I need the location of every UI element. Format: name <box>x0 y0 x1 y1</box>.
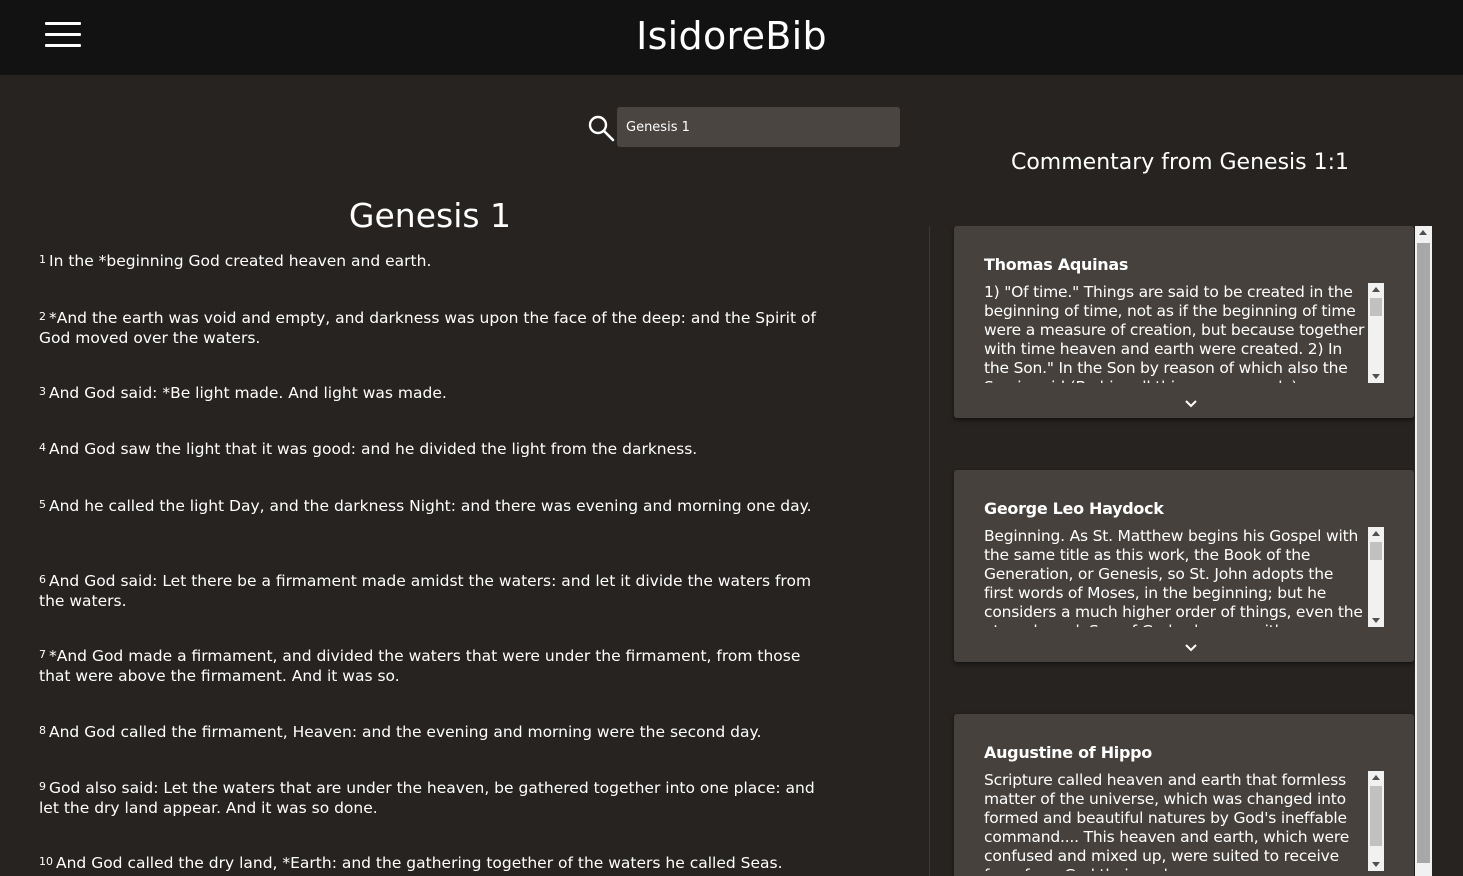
verse: 8 And God called the firmament, Heaven: a… <box>39 723 819 743</box>
chapter-title: Genesis 1 <box>348 196 512 235</box>
scroll-up-arrow-icon[interactable] <box>1419 230 1427 235</box>
commentary-heading: Commentary from Genesis 1:1 <box>1010 150 1349 175</box>
commentary-panel[interactable]: Thomas Aquinas 1) "Of time." Things are … <box>940 226 1432 876</box>
verse: 9 God also said: Let the waters that are … <box>39 779 819 818</box>
verse: 1 In the *beginning God created heaven an… <box>39 252 819 272</box>
commentary-scrollbar[interactable] <box>1368 527 1384 627</box>
verse-text: And God said: *Be light made. And light … <box>49 384 447 402</box>
commentary-text-box[interactable]: Beginning. As St. Matthew begins his Gos… <box>984 527 1384 627</box>
verse: 5 And he called the light Day, and the da… <box>39 497 819 517</box>
verse-number: 3 <box>39 385 46 398</box>
verse-text: God also said: Let the waters that are u… <box>39 779 815 817</box>
commentary-text: Beginning. As St. Matthew begins his Gos… <box>984 527 1363 627</box>
verse-text: *And the earth was void and empty, and d… <box>39 309 816 347</box>
verse: 7 *And God made a firmament, and divided … <box>39 647 819 686</box>
verse-number: 1 <box>39 253 46 266</box>
verse-number: 6 <box>39 573 46 586</box>
commentary-author: George Leo Haydock <box>984 499 1164 518</box>
verse-text: And he called the light Day, and the dar… <box>49 497 812 515</box>
commentary-card: George Leo Haydock Beginning. As St. Mat… <box>954 470 1414 662</box>
verse-text: And God said: Let there be a firmament m… <box>39 572 812 610</box>
verse: 4 And God saw the light that it was good:… <box>39 440 819 460</box>
search-icon[interactable] <box>587 114 615 142</box>
app-title: IsidoreBib <box>636 14 827 58</box>
verse-number: 10 <box>39 855 53 868</box>
verse: 2 *And the earth was void and empty, and … <box>39 309 819 348</box>
verse-number: 8 <box>39 724 46 737</box>
verse: 10 And God called the dry land, *Earth: a… <box>39 854 819 874</box>
verse-number: 9 <box>39 780 46 793</box>
verse-text: And God saw the light that it was good: … <box>49 440 698 458</box>
commentary-scrollbar[interactable] <box>1368 771 1384 871</box>
chevron-down-icon[interactable] <box>1183 398 1199 410</box>
verse-number: 2 <box>39 310 46 323</box>
commentary-scrollbar[interactable] <box>1368 283 1384 383</box>
column-divider <box>929 226 930 876</box>
commentary-author: Augustine of Hippo <box>984 743 1152 762</box>
scrollbar-thumb[interactable] <box>1417 243 1430 863</box>
verse: 3 And God said: *Be light made. And light… <box>39 384 819 404</box>
commentary-author: Thomas Aquinas <box>984 255 1129 274</box>
verse-number: 4 <box>39 441 46 454</box>
commentary-card: Augustine of Hippo Scripture called heav… <box>954 714 1414 876</box>
verse-text: *And God made a firmament, and divided t… <box>39 647 801 685</box>
commentary-text: 1) "Of time." Things are said to be crea… <box>984 283 1365 383</box>
commentary-text: Scripture called heaven and earth that f… <box>984 771 1350 871</box>
verse: 6 And God said: Let there be a firmament … <box>39 572 819 611</box>
commentary-text-box[interactable]: Scripture called heaven and earth that f… <box>984 771 1384 871</box>
search-input[interactable] <box>617 107 900 147</box>
verse-text: In the *beginning God created heaven and… <box>49 252 432 270</box>
verse-number: 5 <box>39 498 46 511</box>
verse-text: And God called the firmament, Heaven: an… <box>49 723 762 741</box>
top-bar: IsidoreBib <box>0 0 1463 75</box>
chevron-down-icon[interactable] <box>1183 642 1199 654</box>
verse-number: 7 <box>39 648 46 661</box>
verse-text: And God called the dry land, *Earth: and… <box>56 854 783 872</box>
commentary-text-box[interactable]: 1) "Of time." Things are said to be crea… <box>984 283 1384 383</box>
commentary-card: Thomas Aquinas 1) "Of time." Things are … <box>954 226 1414 418</box>
commentary-panel-scrollbar[interactable] <box>1415 226 1432 876</box>
